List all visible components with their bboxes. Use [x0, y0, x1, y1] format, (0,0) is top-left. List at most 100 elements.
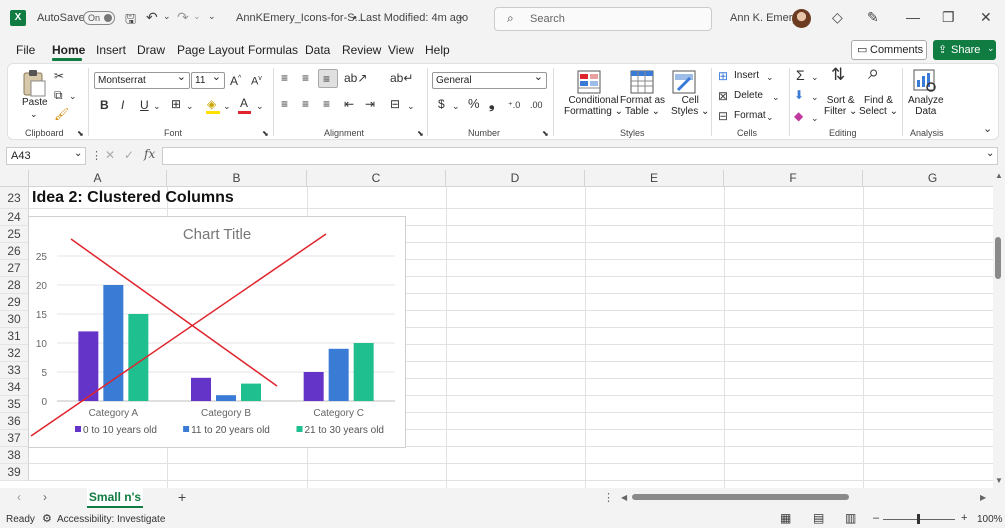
insert-cells-label[interactable]: Insert [734, 70, 759, 81]
tab-file[interactable]: File [16, 43, 35, 57]
find-select-label[interactable]: Find & Select ⌄ [859, 95, 898, 117]
align-top-icon[interactable]: ≡ [281, 71, 288, 85]
fill-icon[interactable]: ⬇ [794, 88, 804, 102]
borders-dropdown-icon[interactable]: ⌄ [186, 99, 194, 113]
font-family-select[interactable]: Montserrat [94, 70, 190, 89]
row-header-38[interactable]: 38 [0, 447, 29, 464]
avatar[interactable] [792, 9, 811, 28]
minimize-icon[interactable]: — [906, 9, 920, 25]
merge-dropdown-icon[interactable]: ⌄ [407, 99, 415, 113]
align-left-icon[interactable]: ≡ [281, 97, 288, 111]
tab-help[interactable]: Help [425, 43, 450, 57]
sort-filter-icon[interactable]: ⇅ [831, 66, 845, 83]
cell-a23-heading[interactable]: Idea 2: Clustered Columns [32, 189, 234, 207]
enter-icon[interactable]: ✓ [124, 148, 134, 162]
row-header-31[interactable]: 31 [0, 328, 29, 345]
redo-icon[interactable]: ↷ [177, 9, 189, 26]
page-layout-view-icon[interactable]: ▤ [813, 511, 824, 525]
restore-icon[interactable]: ❐ [942, 9, 955, 26]
format-as-table-icon[interactable] [630, 70, 654, 94]
alignment-launcher-icon[interactable]: ⬊ [417, 127, 424, 141]
row-header-37[interactable]: 37 [0, 430, 29, 447]
prev-sheet-icon[interactable]: ‹ [17, 490, 21, 504]
paste-label[interactable]: Paste [22, 97, 48, 108]
merge-center-icon[interactable]: ⊟ [390, 97, 400, 111]
sort-filter-label[interactable]: Sort & Filter ⌄ [824, 95, 857, 117]
function-icon[interactable]: fx [144, 147, 155, 161]
zoom-slider-thumb[interactable] [917, 514, 920, 524]
row-header-35[interactable]: 35 [0, 396, 29, 413]
redo-dropdown-icon[interactable]: ⌄ [193, 11, 201, 22]
customize-toolbar-icon[interactable]: ⌄ [208, 11, 216, 22]
select-all-corner[interactable] [0, 170, 29, 187]
column-header-a[interactable]: A [29, 170, 167, 187]
number-format-select[interactable]: General [432, 70, 547, 89]
tab-data[interactable]: Data [305, 43, 330, 57]
file-name[interactable]: AnnKEmery_Icons-for-S... [236, 12, 364, 24]
zoom-out-icon[interactable]: – [873, 512, 879, 524]
row-header-32[interactable]: 32 [0, 345, 29, 362]
search-input[interactable]: ⌕ Search [494, 7, 712, 31]
align-middle-icon[interactable]: ≡ [302, 71, 309, 85]
paste-dropdown-icon[interactable]: ⌄ [30, 109, 38, 120]
column-header-b[interactable]: B [167, 170, 307, 187]
save-icon[interactable]: 🖫 [125, 10, 136, 32]
column-header-e[interactable]: E [585, 170, 724, 187]
column-header-c[interactable]: C [307, 170, 446, 187]
scroll-left-icon[interactable]: ◀ [621, 493, 627, 502]
undo-dropdown-icon[interactable]: ⌄ [163, 11, 171, 22]
expand-formula-icon[interactable]: ⌄ [986, 148, 994, 159]
tab-home[interactable]: Home [52, 43, 85, 57]
orientation-icon[interactable]: ab↗ [344, 71, 367, 85]
chart-legend[interactable]: 0 to 10 years old 11 to 20 years old 21 to… [75, 425, 384, 436]
bold-icon[interactable]: B [100, 98, 109, 112]
delete-cells-icon[interactable]: ⊠ [718, 89, 728, 103]
number-launcher-icon[interactable]: ⬊ [542, 127, 549, 141]
next-sheet-icon[interactable]: › [43, 490, 47, 504]
name-box-dropdown-icon[interactable]: ⌄ [74, 148, 82, 159]
user-name[interactable]: Ann K. Emery [730, 12, 798, 24]
autosum-dropdown-icon[interactable]: ⌄ [811, 70, 819, 84]
scroll-right-icon[interactable]: ▶ [980, 493, 986, 502]
normal-view-icon[interactable]: ▦ [780, 511, 791, 525]
close-icon[interactable]: ✕ [980, 9, 992, 26]
delete-dropdown-icon[interactable]: ⌄ [772, 90, 780, 104]
font-color-icon[interactable]: A [240, 96, 248, 110]
autosum-icon[interactable]: Σ [796, 68, 805, 82]
row-header-26[interactable]: 26 [0, 243, 29, 260]
row-header-34[interactable]: 34 [0, 379, 29, 396]
borders-icon[interactable]: ⊞ [171, 97, 181, 111]
tab-view[interactable]: View [388, 43, 414, 57]
clear-dropdown-icon[interactable]: ⌄ [811, 111, 819, 125]
comma-icon[interactable]: ❟ [489, 96, 495, 110]
pen-icon[interactable]: ✎ [867, 9, 879, 26]
last-modified[interactable]: • Last Modified: 4m ago [353, 12, 468, 24]
decrease-decimal-icon[interactable]: .00 [530, 98, 543, 112]
fill-dropdown-icon[interactable]: ⌄ [811, 90, 819, 104]
format-cells-icon[interactable]: ⊟ [718, 109, 728, 123]
share-button[interactable]: ⇪ Share ⌄ [933, 40, 996, 60]
page-break-view-icon[interactable]: ▥ [845, 511, 856, 525]
tab-splitter-icon[interactable]: ⋮ [603, 491, 614, 504]
clustered-column-chart[interactable]: Chart Title 0 5 10 15 20 25 Category A Categor… [28, 216, 406, 448]
font-color-dropdown-icon[interactable]: ⌄ [256, 99, 264, 113]
row-header-39[interactable]: 39 [0, 464, 29, 481]
increase-font-icon[interactable]: A^ [230, 72, 241, 88]
analyze-data-icon[interactable] [912, 68, 938, 94]
decrease-indent-icon[interactable]: ⇤ [344, 97, 354, 111]
row-header-36[interactable]: 36 [0, 413, 29, 430]
tab-review[interactable]: Review [342, 43, 381, 57]
row-header-27[interactable]: 27 [0, 260, 29, 277]
formula-input[interactable] [162, 147, 998, 165]
wrap-text-icon[interactable]: ab↵ [390, 71, 413, 85]
row-header-24[interactable]: 24 [0, 209, 29, 226]
row-header-25[interactable]: 25 [0, 226, 29, 243]
column-header-g[interactable]: G [863, 170, 993, 187]
format-dropdown-icon[interactable]: ⌄ [766, 110, 774, 124]
cell-styles-label[interactable]: Cell Styles ⌄ [671, 95, 709, 117]
accessibility-status[interactable]: Accessibility: Investigate [57, 514, 165, 525]
percent-icon[interactable]: % [468, 97, 480, 111]
tab-insert[interactable]: Insert [96, 43, 126, 57]
cell-styles-icon[interactable] [672, 70, 696, 94]
comments-button[interactable]: ▭ Comments [851, 40, 927, 60]
